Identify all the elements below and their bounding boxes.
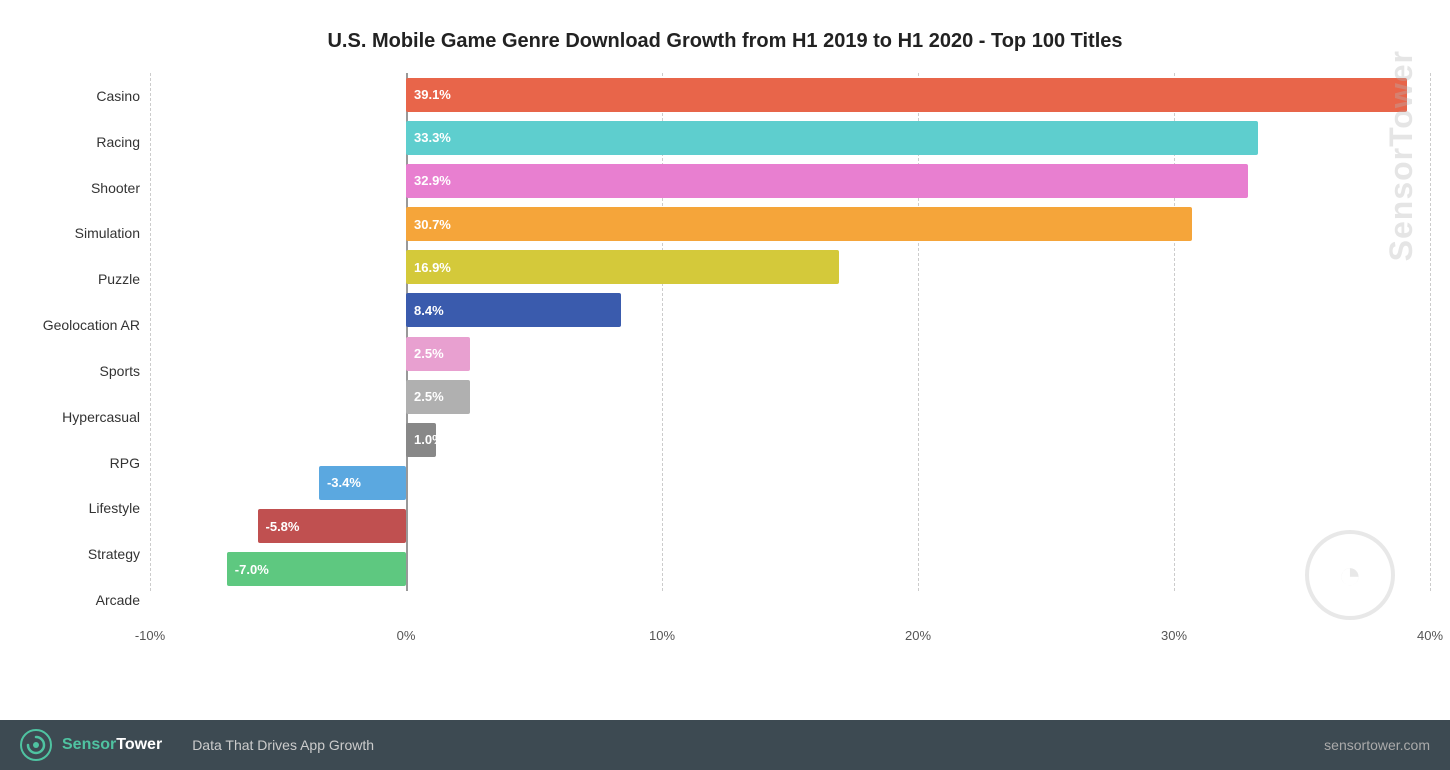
bar-value-shooter: 32.9% [406,173,459,188]
y-label-casino: Casino [20,74,140,118]
bars-container: 39.1% 33.3% 32.9% 30.7% 16.9% 8.4% 2.5% 2.5% 1.0… [150,73,1430,591]
footer-tagline: Data That Drives App Growth [192,737,374,753]
bar-row-racing: 33.3% [150,118,1430,158]
footer-brand-sensor: Sensor [62,736,116,753]
bar-value-geolocation-ar: 8.4% [406,303,452,318]
bar-puzzle: 16.9% [406,250,839,284]
watermark-circle: ◔ [1305,530,1395,620]
bar-value-racing: 33.3% [406,130,459,145]
bar-row-strategy: -5.8% [150,506,1430,546]
bar-value-hypercasual: 2.5% [406,389,452,404]
x-tick-20: 20% [905,628,931,643]
plot-area: 39.1% 33.3% 32.9% 30.7% 16.9% 8.4% 2.5% 2.5% 1.0… [150,73,1430,653]
y-label-geolocation-ar: Geolocation AR [20,303,140,347]
y-label-hypercasual: Hypercasual [20,395,140,439]
bar-row-puzzle: 16.9% [150,247,1430,287]
bar-rpg: 1.0% [406,423,436,457]
bar-geolocation-ar: 8.4% [406,293,621,327]
bar-value-sports: 2.5% [406,346,452,361]
bar-row-rpg: 1.0% [150,420,1430,460]
y-label-strategy: Strategy [20,532,140,576]
bar-strategy: -5.8% [258,509,406,543]
x-tick-0: 0% [397,628,416,643]
y-label-shooter: Shooter [20,166,140,210]
bar-value-casino: 39.1% [406,87,459,102]
chart-area: CasinoRacingShooterSimulationPuzzleGeolo… [20,73,1430,653]
bar-lifestyle: -3.4% [319,466,406,500]
bars-wrapper: 39.1% 33.3% 32.9% 30.7% 16.9% 8.4% 2.5% 2.5% 1.0… [150,73,1430,621]
bar-value-rpg: 1.0% [406,432,452,447]
bar-value-puzzle: 16.9% [406,260,459,275]
watermark-icon: ◔ [1338,553,1362,598]
y-label-racing: Racing [20,120,140,164]
y-label-rpg: RPG [20,441,140,485]
bar-value-strategy: -5.8% [258,519,308,534]
x-axis: -10%0%10%20%30%40% [150,623,1430,653]
bar-row-casino: 39.1% [150,75,1430,115]
chart-container: U.S. Mobile Game Genre Download Growth f… [0,0,1450,720]
y-label-puzzle: Puzzle [20,257,140,301]
footer-brand-tower: Tower [116,736,162,753]
footer-url: sensortower.com [1324,737,1430,753]
x-tick-10: 10% [649,628,675,643]
bar-value-arcade: -7.0% [227,562,277,577]
bar-hypercasual: 2.5% [406,380,470,414]
bar-row-arcade: -7.0% [150,549,1430,589]
footer-logo-icon [20,729,52,761]
bar-row-geolocation-ar: 8.4% [150,290,1430,330]
bar-arcade: -7.0% [227,552,406,586]
bar-casino: 39.1% [406,78,1407,112]
y-label-simulation: Simulation [20,211,140,255]
y-label-lifestyle: Lifestyle [20,486,140,530]
bar-row-sports: 2.5% [150,334,1430,374]
footer: SensorTower Data That Drives App Growth … [0,720,1450,770]
grid-line-40 [1430,73,1431,591]
bar-shooter: 32.9% [406,164,1248,198]
bar-value-simulation: 30.7% [406,217,459,232]
footer-brand: SensorTower [62,736,162,754]
bar-row-simulation: 30.7% [150,204,1430,244]
bar-row-lifestyle: -3.4% [150,463,1430,503]
y-label-arcade: Arcade [20,578,140,622]
y-label-sports: Sports [20,349,140,393]
bar-row-hypercasual: 2.5% [150,377,1430,417]
x-tick--10: -10% [135,628,165,643]
footer-left: SensorTower Data That Drives App Growth [20,729,374,761]
bar-value-lifestyle: -3.4% [319,475,369,490]
x-tick-40: 40% [1417,628,1443,643]
bar-simulation: 30.7% [406,207,1192,241]
bar-sports: 2.5% [406,337,470,371]
chart-title: U.S. Mobile Game Genre Download Growth f… [20,20,1430,53]
bar-row-shooter: 32.9% [150,161,1430,201]
x-tick-30: 30% [1161,628,1187,643]
y-labels: CasinoRacingShooterSimulationPuzzleGeolo… [20,73,150,653]
bar-racing: 33.3% [406,121,1258,155]
